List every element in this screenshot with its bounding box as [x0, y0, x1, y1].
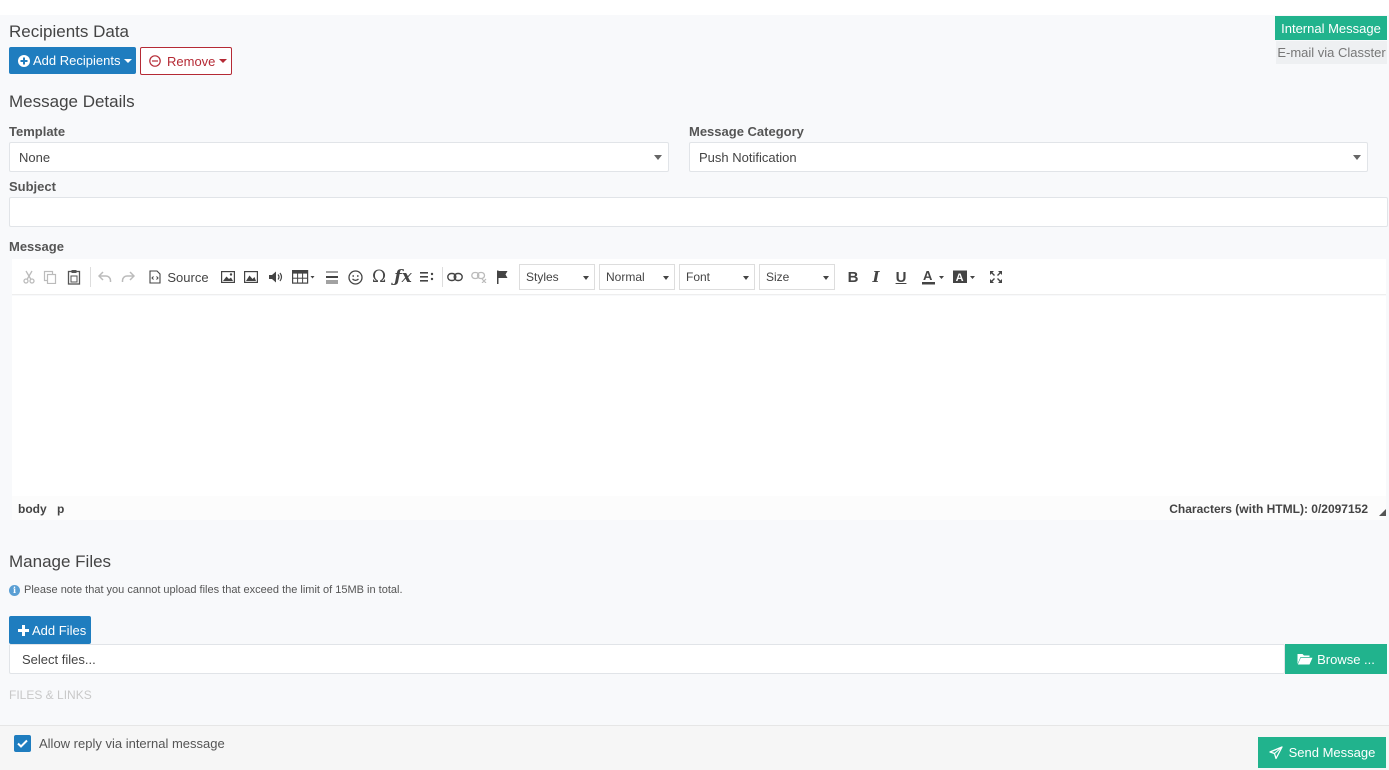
source-icon — [149, 270, 161, 284]
footer-bar: Allow reply via internal message Send Me… — [0, 725, 1389, 770]
font-combo[interactable]: Font — [679, 264, 755, 290]
chevron-down-icon — [743, 276, 749, 280]
send-message-button[interactable]: Send Message — [1258, 737, 1386, 768]
plus-icon — [18, 624, 29, 636]
italic-icon[interactable]: I — [868, 267, 884, 287]
manage-files-title: Manage Files — [9, 552, 112, 571]
files-links-label: FILES & LINKS — [9, 688, 92, 702]
recipients-title: Recipients Data — [9, 22, 130, 41]
file-size-note: i Please note that you cannot upload fil… — [9, 584, 403, 596]
category-label: Message Category — [689, 124, 804, 139]
folder-open-icon — [1297, 654, 1313, 665]
smiley-icon[interactable] — [346, 267, 364, 287]
add-files-label: Add Files — [32, 622, 87, 638]
formula-icon[interactable]: ƒx — [393, 267, 413, 287]
message-details-title: Message Details — [9, 92, 135, 111]
allow-reply-label: Allow reply via internal message — [39, 736, 225, 751]
path-body[interactable]: body — [18, 502, 47, 516]
special-character-icon[interactable]: Ω — [370, 267, 388, 287]
path-p[interactable]: p — [57, 502, 64, 516]
format-combo-label: Normal — [606, 270, 645, 284]
template-select[interactable]: None — [9, 142, 669, 172]
select-files-input[interactable]: Select files... — [9, 644, 1285, 674]
info-icon: i — [9, 584, 20, 596]
minus-circle-icon — [149, 55, 161, 67]
message-editor-body[interactable] — [12, 296, 1386, 496]
send-message-label: Send Message — [1288, 745, 1376, 760]
font-combo-label: Font — [686, 270, 711, 284]
size-combo-label: Size — [766, 270, 790, 284]
cut-icon[interactable] — [20, 267, 38, 287]
subject-label: Subject — [9, 179, 56, 194]
category-select[interactable]: Push Notification — [689, 142, 1368, 172]
tab-email-via-classter[interactable]: E-mail via Classter — [1276, 41, 1387, 64]
maximize-icon[interactable] — [987, 267, 1005, 287]
chevron-down-icon — [663, 276, 669, 280]
add-files-button[interactable]: Add Files — [9, 616, 91, 644]
paper-plane-icon — [1268, 745, 1283, 759]
svg-text:A: A — [923, 269, 933, 283]
chevron-down-icon — [654, 155, 662, 160]
toolbar-separator — [90, 267, 91, 287]
message-label: Message — [9, 239, 64, 254]
copy-icon[interactable] — [41, 267, 59, 287]
select-files-placeholder: Select files... — [22, 651, 96, 667]
list-icon[interactable] — [418, 267, 436, 287]
allow-reply-checkbox[interactable] — [14, 735, 31, 752]
undo-icon[interactable] — [96, 267, 114, 287]
source-label: Source — [167, 269, 209, 285]
editor-footer: body p Characters (with HTML): 0/2097152 — [12, 496, 1386, 520]
toolbar-separator — [442, 267, 443, 287]
file-size-note-text: Please note that you cannot upload files… — [24, 584, 403, 596]
styles-combo[interactable]: Styles — [519, 264, 595, 290]
template-value: None — [19, 149, 51, 165]
category-value: Push Notification — [699, 149, 797, 165]
horizontal-line-icon[interactable] — [324, 267, 340, 287]
unlink-icon[interactable] — [470, 267, 488, 287]
add-recipients-button[interactable]: Add Recipients — [9, 47, 136, 74]
background-color-icon[interactable]: A — [951, 267, 979, 287]
bold-icon[interactable]: B — [845, 267, 861, 287]
character-count: Characters (with HTML): 0/2097152 — [1169, 502, 1368, 516]
browse-label: Browse ... — [1317, 651, 1375, 667]
svg-text:A: A — [956, 272, 964, 284]
remove-button[interactable]: Remove — [140, 47, 232, 75]
size-combo[interactable]: Size — [759, 264, 835, 290]
plus-circle-icon — [18, 54, 30, 67]
chevron-down-icon — [219, 59, 228, 63]
anchor-flag-icon[interactable] — [494, 267, 510, 287]
text-color-icon[interactable]: A — [920, 267, 948, 287]
underline-icon[interactable]: U — [892, 267, 910, 287]
table-icon[interactable] — [291, 267, 317, 287]
link-icon[interactable] — [446, 267, 464, 287]
browse-button[interactable]: Browse ... — [1285, 644, 1387, 674]
check-icon — [17, 739, 28, 748]
image-upload-icon[interactable] — [242, 267, 260, 287]
remove-label: Remove — [167, 53, 216, 69]
chevron-down-icon — [124, 58, 133, 63]
subject-input[interactable] — [9, 197, 1388, 227]
tab-internal-message[interactable]: Internal Message — [1275, 16, 1387, 40]
add-recipients-label: Add Recipients — [33, 53, 121, 68]
styles-combo-label: Styles — [526, 270, 559, 284]
template-label: Template — [9, 124, 66, 139]
redo-icon[interactable] — [119, 267, 137, 287]
top-strip — [0, 0, 1389, 15]
audio-icon[interactable] — [266, 267, 286, 287]
format-combo[interactable]: Normal — [599, 264, 675, 290]
image-icon[interactable] — [219, 267, 237, 287]
source-button[interactable]: Source — [149, 267, 209, 287]
resize-handle[interactable] — [1379, 509, 1386, 516]
editor-toolbar: Source Ω ƒx Styles Normal Font Size B I … — [12, 259, 1386, 295]
chevron-down-icon — [1353, 155, 1361, 160]
chevron-down-icon — [583, 276, 589, 280]
chevron-down-icon — [823, 276, 829, 280]
paste-icon[interactable] — [65, 267, 83, 287]
